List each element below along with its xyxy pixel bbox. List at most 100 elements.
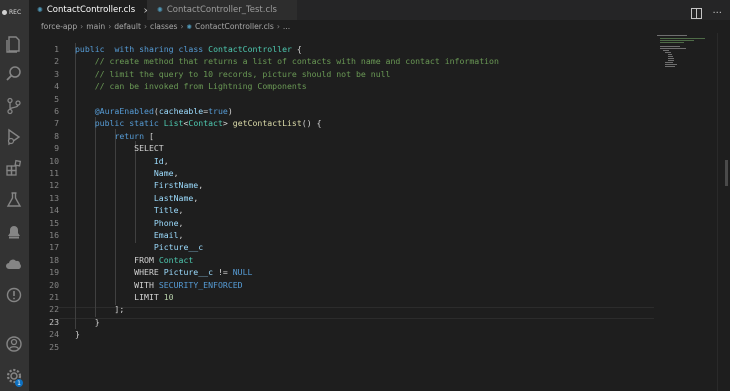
testing-icon[interactable] [4,190,24,210]
salesforce-apex-icon: ✺ [186,22,192,31]
tab-contactcontroller-test[interactable]: ✺ ContactController_Test.cls [147,0,297,20]
line-number: 13 [49,192,59,203]
code-line: Title, [75,204,184,216]
code-token: sharing [139,44,174,54]
breadcrumb-force-app[interactable]: force-app [41,22,77,31]
code-token: , [178,205,184,216]
chevron-right-icon: › [108,22,112,31]
code-token: [ [144,130,154,141]
code-token: // limit the query to 10 records, pictur… [94,68,391,79]
breadcrumb-main[interactable]: main [86,22,105,31]
code-line: LastName, [75,192,198,204]
code-line: public static List<Contact> getContactLi… [75,117,322,129]
org-browser-icon[interactable] [4,222,24,242]
code-token: , [198,180,204,191]
code-line: return [ [75,130,154,142]
minimap-line [668,60,674,61]
tab-contactcontroller[interactable]: ✺ ContactController.cls × [29,0,150,20]
breadcrumb-classes[interactable]: classes [150,22,177,31]
record-dot-icon [2,9,7,15]
code-token: Picture__c [163,267,214,278]
search-icon[interactable] [4,64,24,84]
code-line: } [75,316,100,328]
code-token: with [114,44,135,54]
line-number-gutter: 1 2 3 4 5 6 7 8 9 10 11 12 13 14 15 16 17 18 19 20 21 22 23 24 2… [29,33,59,391]
code-line: Name, [75,167,179,179]
code-token: // create method that returns a list of … [94,56,499,67]
code-line: Picture__c [75,241,203,253]
code-line: Email, [75,229,184,241]
code-line: FirstName, [75,179,203,191]
code-token: WITH [75,279,159,290]
code-token: // can be invoked from Lightning Compone… [94,81,307,92]
breadcrumb-symbol[interactable]: ... [283,22,290,31]
code-token: LIMIT [75,292,164,302]
vertical-scrollbar[interactable] [717,33,730,391]
line-number: 18 [49,254,59,265]
code-token: , [178,230,184,240]
breadcrumb-file[interactable]: ContactController.cls [195,22,274,31]
minimap-line [657,35,687,36]
code-token: () { [301,118,322,129]
code-token: ContactController [208,44,292,54]
code-editor[interactable]: public with sharing class ContactControl… [75,33,655,391]
code-line: ]; [75,303,124,315]
chevron-right-icon: › [80,22,84,31]
code-line: Id, [75,155,169,167]
code-line: Phone, [75,217,184,229]
code-token: SECURITY_ENFORCED [158,279,243,290]
code-token: return [114,130,145,141]
salesforce-cloud-icon[interactable] [4,254,24,274]
extensions-icon[interactable] [4,158,24,178]
line-number: 21 [49,292,59,302]
minimap-line [665,66,675,67]
source-control-icon[interactable] [4,96,24,116]
code-token: , [163,155,169,166]
line-number: 20 [49,279,59,290]
breadcrumb-default[interactable]: default [114,22,141,31]
scrollbar-thumb[interactable] [725,160,728,186]
explorer-icon[interactable] [4,34,24,54]
chevron-right-icon: › [276,22,280,31]
minimap-line [665,62,673,63]
run-debug-icon[interactable] [4,127,24,147]
more-actions-icon[interactable]: ··· [712,8,722,19]
code-token: getContactList [232,118,302,129]
minimap-line [665,64,677,65]
minimap[interactable] [655,33,717,73]
accounts-icon[interactable] [4,334,24,354]
line-number: 11 [49,168,59,178]
line-number: 22 [49,304,59,315]
problems-icon[interactable] [4,285,24,305]
code-line: // can be invoked from Lightning Compone… [75,80,307,92]
code-token: static [129,118,159,129]
salesforce-apex-icon: ✺ [37,6,43,14]
code-token: Name [153,168,174,178]
code-token: 10 [163,292,174,302]
code-line: } [75,328,80,340]
salesforce-apex-icon: ✺ [157,6,163,14]
code-line: // create method that returns a list of … [75,55,499,67]
code-token: @AuraEnabled [94,106,154,116]
chevron-right-icon: › [180,22,184,31]
line-number: 5 [54,93,59,104]
code-token: public [75,44,105,54]
code-token: Phone [153,217,179,228]
line-number: 10 [49,155,59,166]
code-line: public with sharing class ContactControl… [75,43,302,55]
code-token: ) [227,106,233,116]
line-number: 24 [49,329,59,340]
code-token: true [208,106,228,116]
code-token: ]; [75,304,125,315]
line-number: 25 [49,341,59,352]
